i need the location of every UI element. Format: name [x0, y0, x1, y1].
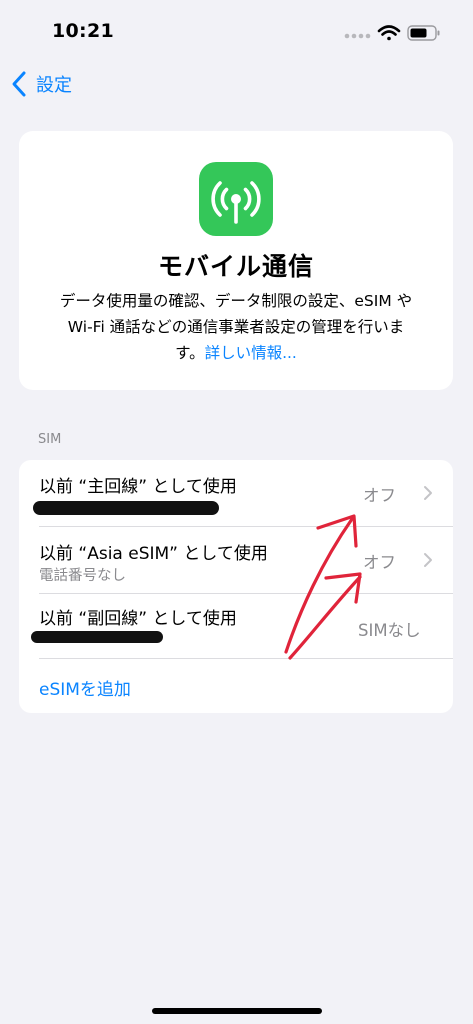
cellular-signal-icon [344, 33, 371, 39]
learn-more-link[interactable]: 詳しい情報... [205, 344, 297, 362]
navigation-bar: 設定 [0, 64, 473, 104]
sim-row-asia-esim[interactable]: 以前 “Asia eSIM” として使用 電話番号なし オフ [19, 527, 453, 593]
battery-icon [407, 25, 440, 41]
sim-row-primary[interactable]: 以前 “主回線” として使用 オフ [19, 460, 453, 526]
chevron-right-icon [424, 553, 432, 567]
sim-row-secondary: 以前 “副回線” として使用 SIMなし [19, 594, 453, 658]
page-description: データ使用量の確認、データ制限の設定、eSIM や Wi-Fi 通話などの通信事… [37, 288, 435, 366]
sim-row-title: 以前 “Asia eSIM” として使用 [39, 544, 268, 564]
sim-row-status: オフ [363, 553, 396, 572]
back-button[interactable]: 設定 [10, 68, 72, 100]
sim-list: 以前 “主回線” として使用 オフ 以前 “Asia eSIM” として使用 電… [19, 460, 453, 713]
chevron-right-icon [424, 486, 432, 500]
sim-row-status: オフ [363, 486, 396, 505]
row-divider [39, 658, 453, 659]
sim-row-status: SIMなし [358, 621, 421, 640]
back-label: 設定 [36, 75, 72, 96]
sim-row-title: 以前 “主回線” として使用 [39, 477, 237, 497]
description-line: す。詳しい情報... [37, 340, 435, 366]
chevron-left-icon [12, 71, 26, 97]
page-title: モバイル通信 [157, 252, 314, 281]
status-time: 10:21 [52, 20, 114, 42]
home-indicator [152, 1008, 322, 1014]
redacted-phone-number [31, 631, 163, 643]
cellular-antenna-icon [199, 162, 273, 236]
status-icons [344, 22, 444, 44]
wifi-icon [377, 25, 401, 41]
section-header-sim: SIM [38, 432, 62, 447]
description-line: Wi-Fi 通話などの通信事業者設定の管理を行いま [67, 318, 405, 336]
status-bar: 10:21 [0, 0, 473, 60]
sim-row-title: 以前 “副回線” として使用 [39, 609, 237, 629]
description-text: す。 [175, 344, 205, 362]
sim-row-subtitle: 電話番号なし [39, 568, 126, 584]
mobile-data-info-card: モバイル通信 データ使用量の確認、データ制限の設定、eSIM や Wi-Fi 通… [19, 131, 453, 390]
description-line: データ使用量の確認、データ制限の設定、eSIM や [59, 292, 413, 310]
add-esim-button[interactable]: eSIMを追加 [39, 675, 131, 700]
redacted-phone-number [33, 501, 219, 515]
